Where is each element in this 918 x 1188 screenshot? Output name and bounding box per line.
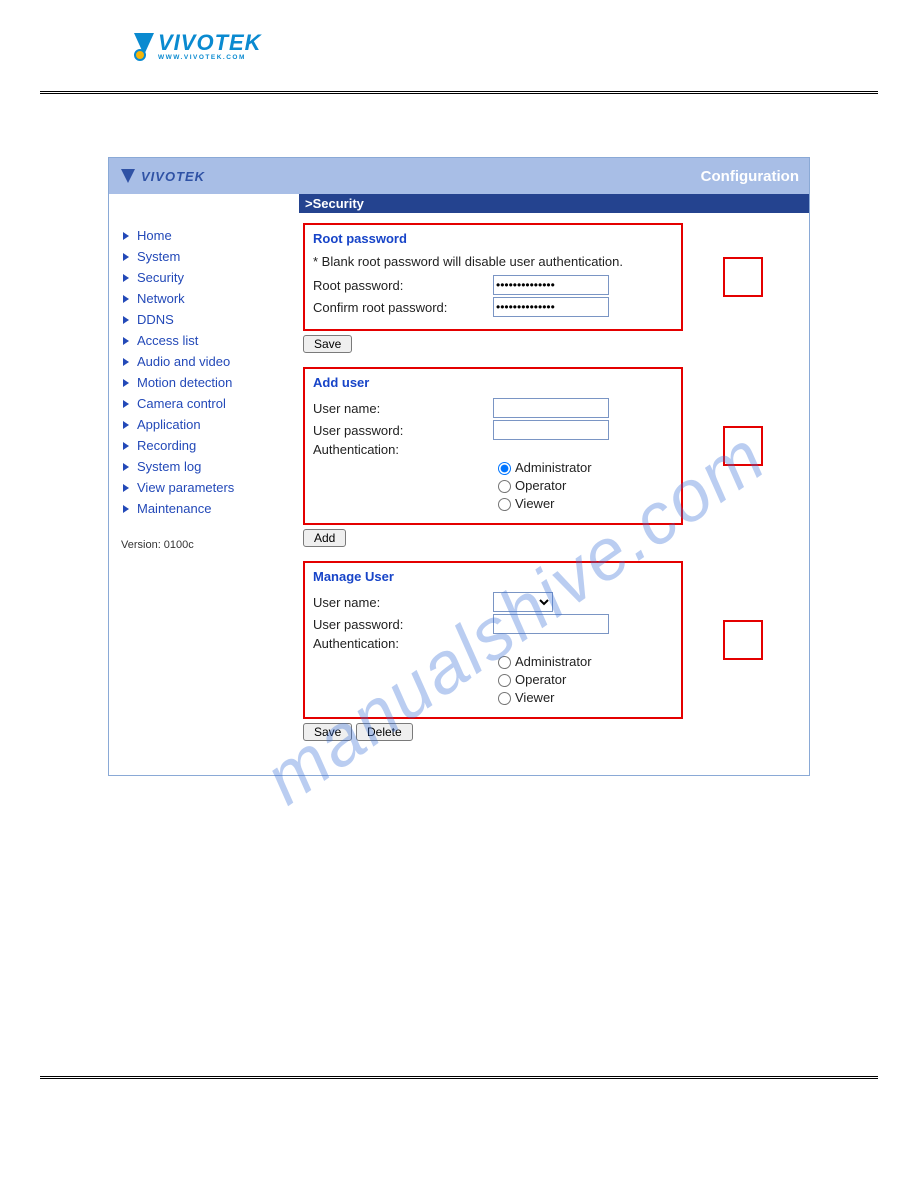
manage-user-name-select[interactable] — [493, 592, 553, 612]
app-frame: VIVOTEK Configuration >Security Home Sys… — [108, 157, 810, 776]
add-user-name-input[interactable] — [493, 398, 609, 418]
add-user-password-input[interactable] — [493, 420, 609, 440]
nav-audio-video[interactable]: Audio and video — [121, 351, 291, 372]
annotation-square — [723, 620, 763, 660]
nav-label: Network — [137, 291, 185, 306]
camera-icon — [130, 31, 158, 61]
nav-motion-detection[interactable]: Motion detection — [121, 372, 291, 393]
arrow-right-icon — [121, 420, 131, 430]
nav-label: Audio and video — [137, 354, 230, 369]
annotation-square — [723, 257, 763, 297]
nav-label: System — [137, 249, 180, 264]
add-user-password-label: User password: — [313, 423, 493, 438]
app-logo-text: VIVOTEK — [141, 169, 205, 184]
nav-label: Application — [137, 417, 201, 432]
annotation-square — [723, 426, 763, 466]
section-title: >Security — [299, 194, 809, 213]
role-label: Operator — [515, 672, 566, 687]
confirm-root-password-label: Confirm root password: — [313, 300, 493, 315]
nav-system[interactable]: System — [121, 246, 291, 267]
nav-system-log[interactable]: System log — [121, 456, 291, 477]
arrow-right-icon — [121, 441, 131, 451]
nav-maintenance[interactable]: Maintenance — [121, 498, 291, 519]
nav-label: Camera control — [137, 396, 226, 411]
version-label: Version: 0100c — [121, 539, 291, 551]
arrow-right-icon — [121, 273, 131, 283]
manage-user-auth-label: Authentication: — [313, 636, 493, 651]
root-password-label: Root password: — [313, 278, 493, 293]
nav-label: DDNS — [137, 312, 174, 327]
nav-security[interactable]: Security — [121, 267, 291, 288]
manage-user-name-label: User name: — [313, 595, 493, 610]
arrow-right-icon — [121, 462, 131, 472]
main-content: Root password * Blank root password will… — [299, 213, 809, 775]
role-label: Administrator — [515, 654, 592, 669]
nav-home[interactable]: Home — [121, 225, 291, 246]
save-root-password-button[interactable]: Save — [303, 335, 352, 353]
nav-label: System log — [137, 459, 201, 474]
nav-network[interactable]: Network — [121, 288, 291, 309]
add-user-panel: Add user User name: User password: Authe… — [303, 367, 683, 525]
arrow-right-icon — [121, 357, 131, 367]
arrow-right-icon — [121, 483, 131, 493]
nav-label: Security — [137, 270, 184, 285]
nav-label: Access list — [137, 333, 198, 348]
manage-user-role-administrator-radio[interactable] — [498, 656, 511, 669]
add-user-name-label: User name: — [313, 401, 493, 416]
arrow-right-icon — [121, 336, 131, 346]
nav-access-list[interactable]: Access list — [121, 330, 291, 351]
root-password-note: * Blank root password will disable user … — [313, 254, 673, 269]
manage-user-panel: Manage User User name: User password: Au… — [303, 561, 683, 719]
app-logo: VIVOTEK — [119, 167, 205, 185]
add-user-role-viewer-radio[interactable] — [498, 498, 511, 511]
role-label: Viewer — [515, 496, 555, 511]
arrow-right-icon — [121, 252, 131, 262]
add-user-role-administrator-radio[interactable] — [498, 462, 511, 475]
arrow-right-icon — [121, 504, 131, 514]
confirm-root-password-input[interactable] — [493, 297, 609, 317]
app-header: VIVOTEK Configuration — [109, 158, 809, 194]
camera-icon — [119, 167, 137, 185]
nav-recording[interactable]: Recording — [121, 435, 291, 456]
nav-view-parameters[interactable]: View parameters — [121, 477, 291, 498]
nav-label: Recording — [137, 438, 196, 453]
add-user-legend: Add user — [313, 375, 673, 390]
arrow-right-icon — [121, 231, 131, 241]
root-password-input[interactable] — [493, 275, 609, 295]
nav-label: Motion detection — [137, 375, 232, 390]
brand-logo-text: VIVOTEK — [158, 30, 262, 56]
save-manage-user-button[interactable]: Save — [303, 723, 352, 741]
sidebar: Home System Security Network — [109, 213, 299, 775]
manage-user-password-input[interactable] — [493, 614, 609, 634]
arrow-right-icon — [121, 294, 131, 304]
add-user-button[interactable]: Add — [303, 529, 346, 547]
nav-camera-control[interactable]: Camera control — [121, 393, 291, 414]
nav-label: View parameters — [137, 480, 234, 495]
delete-manage-user-button[interactable]: Delete — [356, 723, 413, 741]
divider-bottom — [40, 1076, 878, 1082]
arrow-right-icon — [121, 378, 131, 388]
root-password-legend: Root password — [313, 231, 673, 246]
manage-user-password-label: User password: — [313, 617, 493, 632]
arrow-right-icon — [121, 399, 131, 409]
manage-user-role-viewer-radio[interactable] — [498, 692, 511, 705]
arrow-right-icon — [121, 315, 131, 325]
role-label: Operator — [515, 478, 566, 493]
config-label: Configuration — [701, 168, 799, 185]
manage-user-role-operator-radio[interactable] — [498, 674, 511, 687]
divider-top — [40, 91, 878, 97]
add-user-auth-label: Authentication: — [313, 442, 493, 457]
nav-label: Maintenance — [137, 501, 211, 516]
nav-label: Home — [137, 228, 172, 243]
role-label: Administrator — [515, 460, 592, 475]
brand-logo: VIVOTEK WWW.VIVOTEK.COM — [130, 30, 878, 61]
manage-user-legend: Manage User — [313, 569, 673, 584]
nav-application[interactable]: Application — [121, 414, 291, 435]
role-label: Viewer — [515, 690, 555, 705]
nav-ddns[interactable]: DDNS — [121, 309, 291, 330]
add-user-role-operator-radio[interactable] — [498, 480, 511, 493]
root-password-panel: Root password * Blank root password will… — [303, 223, 683, 331]
